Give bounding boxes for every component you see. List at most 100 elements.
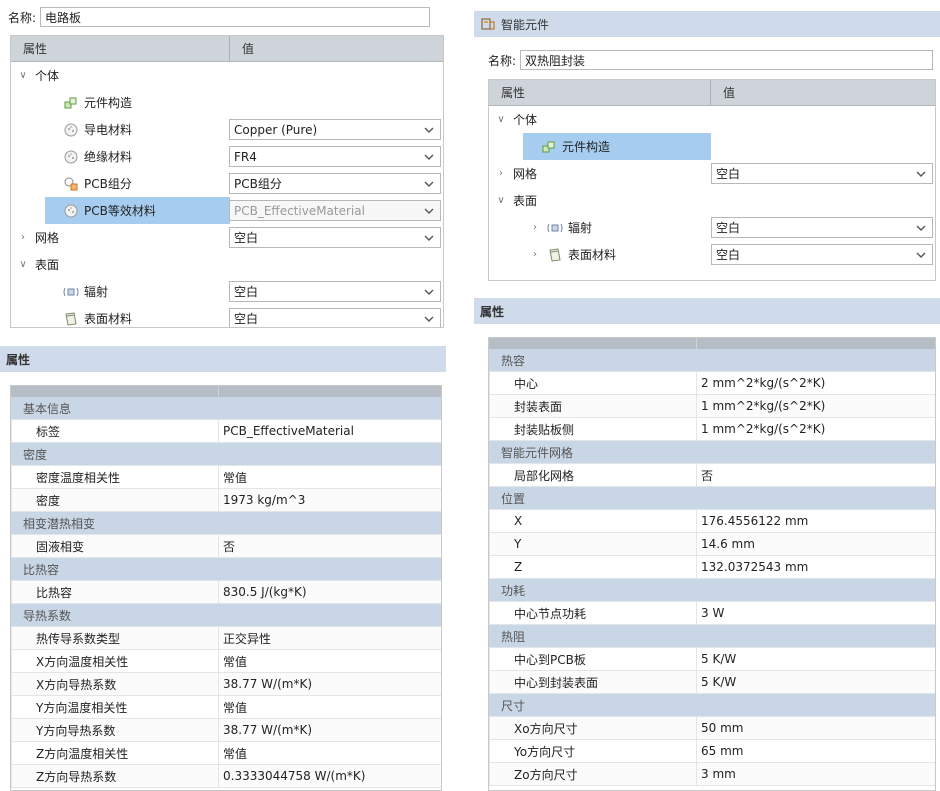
property-row[interactable]: Z方向温度相关性 常值 xyxy=(11,742,441,765)
property-value[interactable]: 5 K/W xyxy=(697,648,935,670)
property-row[interactable]: Z方向导热系数 0.3333044758 W/(m*K) xyxy=(11,765,441,788)
property-row[interactable]: 固液相变否 xyxy=(11,535,441,558)
property-row[interactable]: Zo方向尺寸 3 mm xyxy=(489,763,935,786)
value-dropdown[interactable]: 空白 xyxy=(229,227,441,248)
collapse-arrow-icon[interactable]: › xyxy=(17,232,29,243)
property-row[interactable]: 中心到封装表面 5 K/W xyxy=(489,671,935,694)
property-row[interactable]: X方向导热系数 38.77 W/(m*K) xyxy=(11,673,441,696)
expand-arrow-icon[interactable]: ∨ xyxy=(17,70,29,81)
value-dropdown[interactable]: 空白 xyxy=(711,163,933,184)
left-panel: 名称: 属性 值 ∨ 个体元件构造导电材料 Copper (Pure) 绝缘材料 FR4… xyxy=(0,0,446,791)
property-row[interactable]: Y方向温度相关性 常值 xyxy=(11,696,441,719)
property-row[interactable]: Z 132.0372543 mm xyxy=(489,556,935,579)
tree-row-label: 辐射 xyxy=(568,221,593,235)
property-value[interactable]: 1973 kg/m^3 xyxy=(219,489,441,511)
property-value[interactable]: 830.5 J/(kg*K) xyxy=(219,581,441,603)
property-value[interactable]: 5 K/W xyxy=(697,671,935,693)
tree-row[interactable]: › 网格 空白 xyxy=(11,224,443,251)
tree-row[interactable]: 元件构造 xyxy=(11,89,443,116)
property-value[interactable]: 176.4556122 mm xyxy=(697,510,935,532)
property-value[interactable]: 65 mm xyxy=(697,740,935,762)
tree-row[interactable]: 元件构造 xyxy=(489,133,935,160)
property-value[interactable]: 否 xyxy=(697,464,935,486)
properties-section-bar: 属性 xyxy=(474,298,940,324)
property-value[interactable]: 常值 xyxy=(219,742,441,764)
category-label: 热阻 xyxy=(501,629,526,644)
property-value[interactable]: 38.77 W/(m*K) xyxy=(219,673,441,695)
property-row[interactable]: 密度温度相关性 常值 xyxy=(11,466,441,489)
property-row[interactable]: Yo方向尺寸 65 mm xyxy=(489,740,935,763)
property-key: X方向导热系数 xyxy=(11,673,219,695)
property-key: Y方向温度相关性 xyxy=(11,696,219,718)
value-dropdown[interactable]: PCB组分 xyxy=(229,173,441,194)
smart-component-icon xyxy=(480,16,496,32)
property-row[interactable]: X 176.4556122 mm xyxy=(489,510,935,533)
property-row[interactable]: Y方向导热系数 38.77 W/(m*K) xyxy=(11,719,441,742)
property-row[interactable]: 中心 2 mm^2*kg/(s^2*K) xyxy=(489,372,935,395)
property-key: 局部化网格 xyxy=(489,464,697,486)
property-row[interactable]: 比热容 830.5 J/(kg*K) xyxy=(11,581,441,604)
expand-arrow-icon[interactable]: ∨ xyxy=(495,114,507,125)
smart-component-title: 智能元件 xyxy=(501,17,550,32)
tree-row-label: 导电材料 xyxy=(84,123,133,137)
property-row[interactable]: X方向温度相关性 常值 xyxy=(11,650,441,673)
property-value[interactable]: PCB_EffectiveMaterial xyxy=(219,420,441,442)
property-row[interactable]: 中心节点功耗 3 W xyxy=(489,602,935,625)
tree-row[interactable]: 表面材料 空白 xyxy=(11,305,443,327)
value-dropdown[interactable]: 空白 xyxy=(711,244,933,265)
value-dropdown[interactable]: 空白 xyxy=(711,217,933,238)
tree-row[interactable]: PCB等效材料 PCB_EffectiveMaterial xyxy=(11,197,443,224)
collapse-arrow-icon[interactable]: › xyxy=(529,249,541,260)
property-row[interactable]: 封装表面 1 mm^2*kg/(s^2*K) xyxy=(489,395,935,418)
property-row[interactable]: 局部化网格否 xyxy=(489,464,935,487)
tree-header-value: 值 xyxy=(242,42,255,56)
tree-row[interactable]: 绝缘材料 FR4 xyxy=(11,143,443,170)
tree-row[interactable]: 导电材料 Copper (Pure) xyxy=(11,116,443,143)
property-value[interactable]: 38.77 W/(m*K) xyxy=(219,719,441,741)
property-value[interactable]: 2 mm^2*kg/(s^2*K) xyxy=(697,372,935,394)
expand-arrow-icon[interactable]: ∨ xyxy=(17,259,29,270)
property-value[interactable]: 1 mm^2*kg/(s^2*K) xyxy=(697,418,935,440)
property-row[interactable]: 密度 1973 kg/m^3 xyxy=(11,489,441,512)
collapse-arrow-icon[interactable]: › xyxy=(495,168,507,179)
property-value[interactable]: 1 mm^2*kg/(s^2*K) xyxy=(697,395,935,417)
tree-row[interactable]: PCB组分 PCB组分 xyxy=(11,170,443,197)
radiation-icon xyxy=(547,220,563,236)
property-row[interactable]: Xo方向尺寸 50 mm xyxy=(489,717,935,740)
tree-row[interactable]: ∨ 个体 xyxy=(489,106,935,133)
property-row[interactable]: Y 14.6 mm xyxy=(489,533,935,556)
property-row[interactable]: 标签 PCB_EffectiveMaterial xyxy=(11,420,441,443)
property-value[interactable]: 3 mm xyxy=(697,763,935,785)
name-input[interactable] xyxy=(520,50,934,70)
expand-arrow-icon[interactable]: ∨ xyxy=(495,195,507,206)
property-row[interactable]: 封装贴板侧 1 mm^2*kg/(s^2*K) xyxy=(489,418,935,441)
tree-row-label: 辐射 xyxy=(84,285,109,299)
tree-row[interactable]: › 表面材料 空白 xyxy=(489,241,935,268)
tree-row[interactable]: › 网格 空白 xyxy=(489,160,935,187)
property-value[interactable]: 3 W xyxy=(697,602,935,624)
property-value[interactable]: 132.0372543 mm xyxy=(697,556,935,578)
tree-row-label: 元件构造 xyxy=(562,140,611,154)
property-value[interactable]: 否 xyxy=(219,535,441,557)
property-value[interactable]: 14.6 mm xyxy=(697,533,935,555)
property-value[interactable]: 常值 xyxy=(219,466,441,488)
property-value[interactable]: 常值 xyxy=(219,650,441,672)
value-dropdown[interactable]: 空白 xyxy=(229,281,441,302)
name-input[interactable] xyxy=(40,7,431,27)
tree-row[interactable]: ∨ 个体 xyxy=(11,62,443,89)
tree-row[interactable]: ∨ 表面 xyxy=(489,187,935,214)
property-value[interactable]: 0.3333044758 W/(m*K) xyxy=(219,765,441,787)
tree-row[interactable]: › 辐射 空白 xyxy=(489,214,935,241)
value-dropdown[interactable]: 空白 xyxy=(229,308,441,327)
tree-row-label: 网格 xyxy=(513,167,538,181)
property-value[interactable]: 正交异性 xyxy=(219,627,441,649)
property-value[interactable]: 50 mm xyxy=(697,717,935,739)
property-row[interactable]: 中心到PCB板 5 K/W xyxy=(489,648,935,671)
tree-row[interactable]: 辐射 空白 xyxy=(11,278,443,305)
value-dropdown[interactable]: Copper (Pure) xyxy=(229,119,441,140)
property-row[interactable]: 热传导系数类型 正交异性 xyxy=(11,627,441,650)
property-value[interactable]: 常值 xyxy=(219,696,441,718)
tree-row[interactable]: ∨ 表面 xyxy=(11,251,443,278)
collapse-arrow-icon[interactable]: › xyxy=(529,222,541,233)
value-dropdown[interactable]: FR4 xyxy=(229,146,441,167)
